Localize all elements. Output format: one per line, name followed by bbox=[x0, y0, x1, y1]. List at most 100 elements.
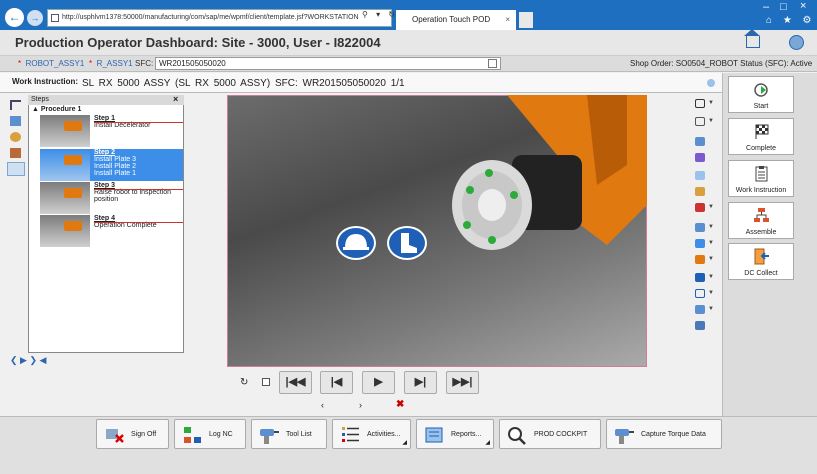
step-item[interactable]: Step 1 Install Decelerator bbox=[40, 115, 183, 147]
step-title: Step 1 bbox=[94, 115, 116, 122]
dc-collect-button[interactable]: DC Collect bbox=[728, 243, 794, 280]
tree-icon[interactable] bbox=[10, 100, 21, 110]
rotate-icon[interactable] bbox=[695, 99, 705, 108]
refresh-icon[interactable]: ↻ bbox=[240, 377, 248, 388]
sfc-value: WR201505050020 bbox=[159, 59, 226, 68]
reports-button[interactable]: Reports... ◢ bbox=[416, 419, 494, 449]
shop-order-status: Shop Order: SO0504_ROBOT Status (SFC): A… bbox=[630, 59, 813, 68]
step-divider bbox=[94, 122, 183, 123]
new-tab-button[interactable] bbox=[519, 12, 533, 28]
chevron-down-icon[interactable]: ▼ bbox=[708, 290, 714, 296]
start-button[interactable]: Start bbox=[728, 76, 794, 113]
sfc-input[interactable]: WR201505050020 bbox=[155, 57, 501, 70]
chevron-down-icon[interactable]: ▼ bbox=[708, 274, 714, 280]
step-title: Step 2 bbox=[94, 149, 116, 156]
wireframe-icon[interactable] bbox=[695, 289, 705, 298]
chevron-down-icon[interactable]: ▼ bbox=[708, 306, 714, 312]
tool-list-label: Tool List bbox=[286, 431, 312, 438]
layers-icon[interactable] bbox=[10, 132, 21, 142]
reports-label: Reports... bbox=[451, 431, 482, 438]
fit-view-icon[interactable] bbox=[695, 321, 705, 330]
chevron-down-icon[interactable]: ▼ bbox=[708, 118, 714, 124]
home-icon[interactable] bbox=[744, 29, 760, 48]
browser-toolbar-icons[interactable]: ⌂ ★ ⚙ bbox=[766, 15, 816, 26]
prod-cockpit-button[interactable]: PROD COCKPIT bbox=[499, 419, 601, 449]
next-step-button[interactable]: ▶| bbox=[404, 371, 437, 394]
log-nc-button[interactable]: Log NC bbox=[174, 419, 246, 449]
clipboard-icon bbox=[755, 166, 768, 182]
close-button[interactable]: × bbox=[800, 0, 806, 12]
pen-icon[interactable] bbox=[695, 137, 705, 146]
info-icon[interactable] bbox=[707, 79, 715, 87]
section-icon[interactable] bbox=[695, 255, 705, 264]
steps-navigation[interactable]: ❮ ▶ ❯ ◀ bbox=[10, 355, 185, 367]
tool-list-button[interactable]: Tool List bbox=[251, 419, 327, 449]
work-instruction-button[interactable]: Work Instruction bbox=[728, 160, 794, 197]
shading-icon[interactable] bbox=[695, 305, 705, 314]
dropdown-corner-icon: ◢ bbox=[485, 440, 490, 446]
step-item-selected[interactable]: Step 2 Install Plate 3 Install Plate 2 I… bbox=[40, 149, 183, 181]
globe-icon[interactable] bbox=[789, 35, 804, 50]
drill-icon bbox=[260, 429, 279, 444]
step-item[interactable]: Step 3 Raise robot to inspection positio… bbox=[40, 182, 183, 214]
capture-torque-data-label: Capture Torque Data bbox=[641, 431, 706, 438]
operation-field[interactable]: * ROBOT_ASSY1 bbox=[18, 59, 84, 68]
app-window: { "browser": { "url": "http://usphlvm137… bbox=[0, 0, 817, 474]
assemble-button[interactable]: Assemble bbox=[728, 202, 794, 239]
activities-button[interactable]: Activities... ◢ bbox=[332, 419, 411, 449]
step-divider bbox=[94, 189, 183, 190]
last-step-button[interactable]: ▶▶| bbox=[446, 371, 479, 394]
print-icon[interactable] bbox=[695, 171, 705, 180]
palette-icon[interactable] bbox=[695, 187, 705, 196]
chevron-down-icon[interactable]: ▼ bbox=[708, 240, 714, 246]
list-icon bbox=[342, 427, 359, 442]
cube-icon[interactable] bbox=[695, 273, 705, 282]
robot-model bbox=[437, 95, 647, 265]
log-nc-label: Log NC bbox=[209, 431, 233, 438]
tab-close-icon[interactable]: × bbox=[505, 10, 510, 30]
page-prev-icon[interactable]: ‹ bbox=[321, 400, 324, 410]
restore-button[interactable]: □ bbox=[780, 1, 787, 13]
minimize-button[interactable]: – bbox=[763, 1, 769, 13]
resource-value: R_ASSY1 bbox=[96, 59, 133, 68]
dc-collect-label: DC Collect bbox=[744, 270, 778, 277]
address-bar[interactable]: http://usphlvm1378:50000/manufacturing/c… bbox=[47, 9, 392, 27]
grid-icon[interactable] bbox=[695, 117, 705, 126]
back-button[interactable]: ← bbox=[5, 8, 24, 27]
step-item[interactable]: Step 4 Operation Complete bbox=[40, 215, 183, 247]
step-thumbnail bbox=[40, 215, 90, 247]
complete-button[interactable]: Complete bbox=[728, 118, 794, 155]
log-nc-icon bbox=[184, 427, 201, 443]
sign-off-button[interactable]: Sign Off bbox=[96, 419, 169, 449]
drill-icon bbox=[615, 429, 634, 444]
chevron-down-icon[interactable]: ▼ bbox=[708, 204, 714, 210]
capture-torque-data-button[interactable]: Capture Torque Data bbox=[606, 419, 722, 449]
resource-field[interactable]: * R_ASSY1 bbox=[89, 59, 133, 68]
image-icon[interactable] bbox=[10, 148, 21, 158]
cancel-icon[interactable]: ✖ bbox=[396, 399, 404, 410]
chevron-down-icon[interactable]: ▼ bbox=[708, 256, 714, 262]
loop-checkbox[interactable] bbox=[262, 378, 270, 386]
measure-icon[interactable] bbox=[695, 223, 705, 232]
page-next-icon[interactable]: › bbox=[359, 400, 362, 410]
browser-tab[interactable]: Operation Touch POD × bbox=[396, 10, 516, 30]
browse-icon[interactable] bbox=[488, 59, 497, 68]
previous-step-button[interactable]: |◀ bbox=[320, 371, 353, 394]
draw-icon[interactable] bbox=[695, 153, 705, 162]
forward-button[interactable]: → bbox=[27, 10, 43, 26]
camera-icon[interactable] bbox=[695, 239, 705, 248]
cube-icon[interactable] bbox=[10, 116, 21, 126]
wand-icon[interactable] bbox=[695, 203, 705, 212]
chevron-down-icon[interactable]: ▼ bbox=[708, 100, 714, 106]
close-icon[interactable]: × bbox=[173, 94, 178, 104]
step-title: Step 4 bbox=[94, 215, 116, 222]
procedure-label[interactable]: ▲ Procedure 1 bbox=[32, 106, 81, 113]
play-button[interactable]: ▶ bbox=[362, 371, 395, 394]
address-controls[interactable]: ⚲ ▾ ↻ bbox=[362, 10, 398, 19]
work-instruction-label: Work Instruction bbox=[735, 187, 787, 194]
first-step-button[interactable]: |◀◀ bbox=[279, 371, 312, 394]
hierarchy-icon bbox=[754, 208, 769, 222]
chevron-down-icon[interactable]: ▼ bbox=[708, 224, 714, 230]
safety-boot-icon bbox=[387, 226, 427, 260]
steps-view-icon[interactable] bbox=[7, 162, 25, 176]
